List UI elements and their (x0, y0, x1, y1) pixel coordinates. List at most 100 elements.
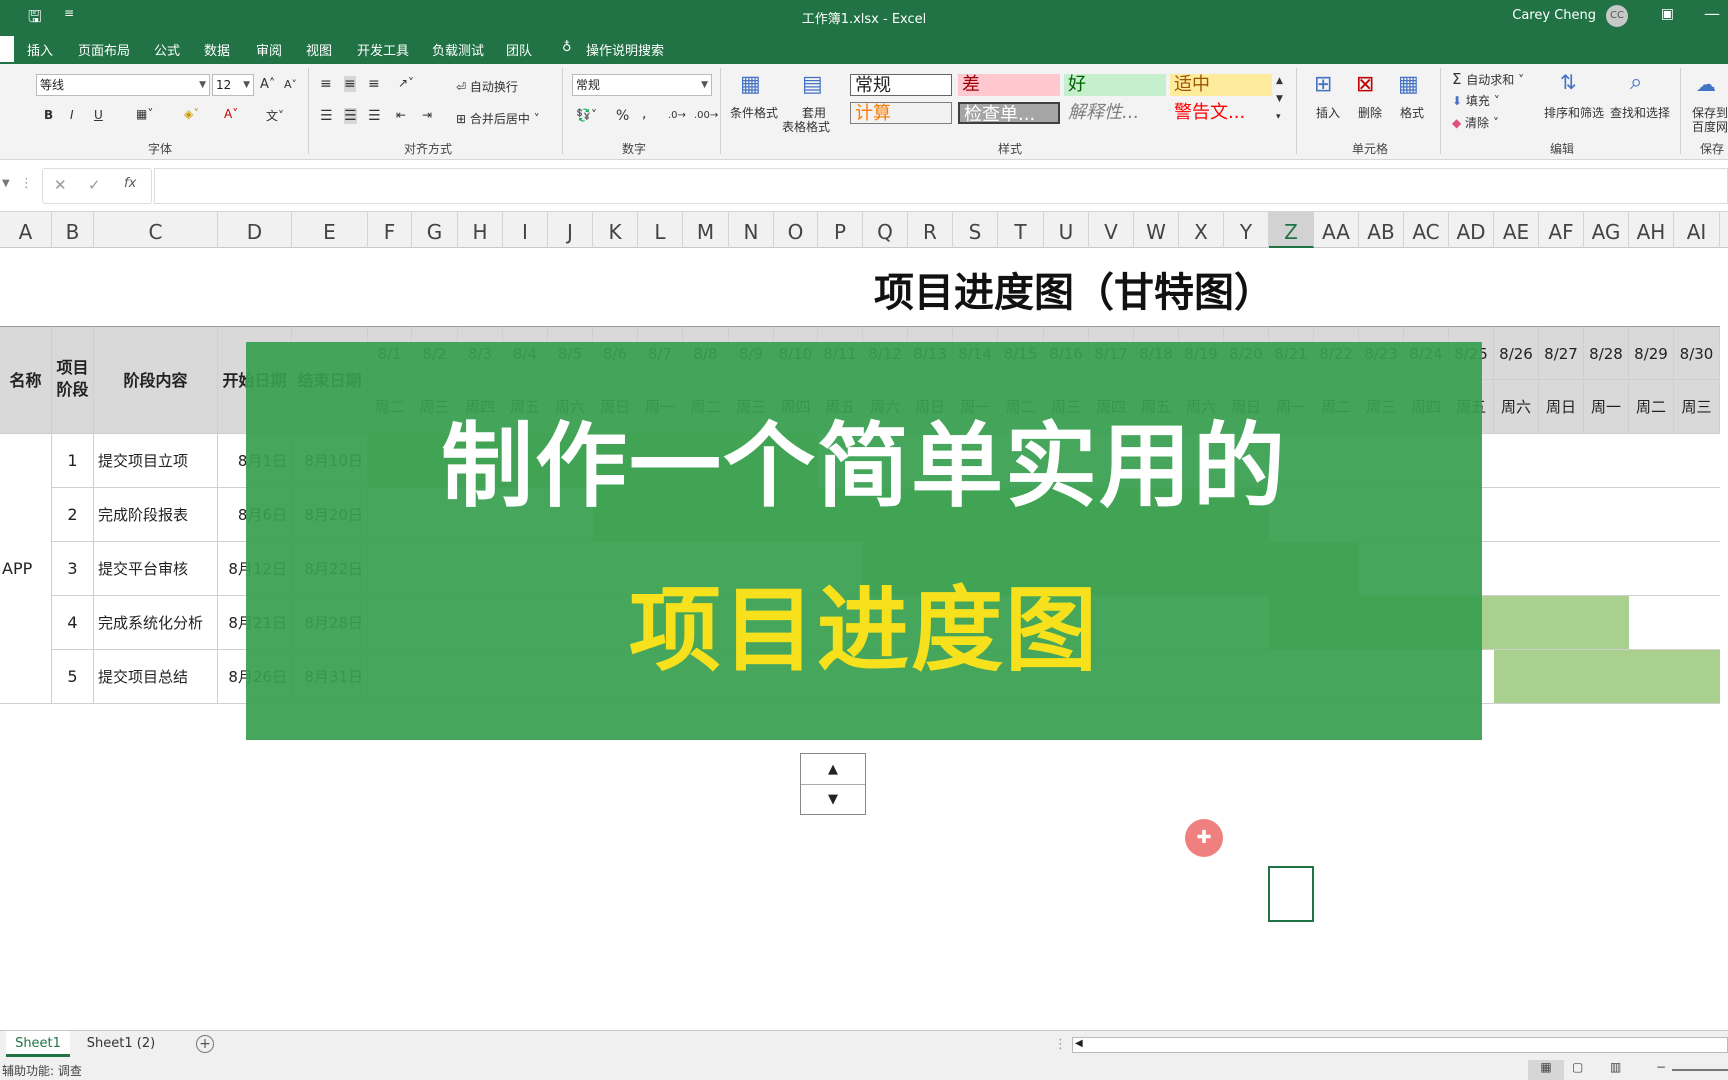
style-good[interactable]: 好 (1064, 74, 1166, 96)
gantt-day-cell[interactable] (1674, 650, 1720, 704)
styles-scroll-icon[interactable]: ▲ ▼ ▾ (1276, 72, 1283, 126)
column-header-z[interactable]: Z (1269, 212, 1314, 248)
font-size-select[interactable]: 12 ▼ (212, 74, 254, 96)
gantt-day-cell[interactable] (1539, 596, 1584, 650)
find-select-button[interactable]: 查找和选择 (1610, 104, 1670, 121)
header-name[interactable]: 名称 (0, 326, 52, 434)
weekday-header[interactable]: 周二 (1629, 380, 1674, 434)
search-icon[interactable]: ⌕ (1630, 70, 1642, 95)
column-header-m[interactable]: M (683, 212, 729, 248)
align-top-icon[interactable]: ≡ (320, 76, 332, 92)
gantt-day-cell[interactable] (1539, 650, 1584, 704)
column-header-aa[interactable]: AA (1314, 212, 1359, 248)
delete-cells-icon[interactable]: ⊠ (1356, 72, 1374, 97)
date-header[interactable]: 8/27 (1539, 326, 1584, 380)
weekday-header[interactable]: 周六 (1494, 380, 1539, 434)
column-header-k[interactable]: K (593, 212, 638, 248)
spin-button[interactable]: ▲ ▼ (800, 753, 866, 815)
column-header-e[interactable]: E (292, 212, 368, 248)
decrease-decimal-icon[interactable]: .00→ (694, 110, 718, 121)
zoom-out-icon[interactable]: − (1656, 1060, 1666, 1074)
align-middle-icon[interactable]: ≡ (344, 76, 356, 92)
baidu-cloud-icon[interactable]: ☁ (1696, 72, 1716, 96)
currency-icon[interactable]: 💱˅ (576, 108, 597, 122)
style-explanatory[interactable]: 解释性... (1064, 102, 1166, 124)
merge-center-button[interactable]: ⊞ 合并后居中 ˅ (456, 110, 540, 127)
normal-view-icon[interactable]: ▦ (1528, 1060, 1564, 1080)
stage-content[interactable]: 提交项目总结 (94, 650, 218, 704)
tab-insert[interactable]: 插入 (27, 40, 53, 59)
column-header-v[interactable]: V (1089, 212, 1134, 248)
column-header-ag[interactable]: AG (1584, 212, 1629, 248)
insert-cells-icon[interactable]: ⊞ (1314, 72, 1332, 97)
column-header-s[interactable]: S (953, 212, 998, 248)
tab-load-test[interactable]: 负载测试 (432, 40, 484, 59)
tab-page-layout[interactable]: 页面布局 (78, 40, 130, 59)
gantt-day-cell[interactable] (1494, 488, 1539, 542)
add-sheet-icon[interactable]: + (196, 1035, 214, 1053)
column-header-b[interactable]: B (52, 212, 94, 248)
column-header-j[interactable]: J (548, 212, 593, 248)
gantt-day-cell[interactable] (1674, 596, 1720, 650)
shrink-font-icon[interactable]: A˅ (284, 78, 297, 91)
autosum-button[interactable]: Σ 自动求和 ˅ (1452, 70, 1524, 88)
stage-number[interactable]: 2 (52, 488, 94, 542)
percent-button[interactable]: % (616, 108, 629, 124)
column-header-ac[interactable]: AC (1404, 212, 1449, 248)
style-bad[interactable]: 差 (958, 74, 1060, 96)
tab-formulas[interactable]: 公式 (154, 40, 180, 59)
stage-number[interactable]: 3 (52, 542, 94, 596)
style-check-cell[interactable]: 检查单... (958, 102, 1060, 124)
stage-number[interactable]: 1 (52, 434, 94, 488)
weekday-header[interactable]: 周一 (1584, 380, 1629, 434)
insert-function-icon[interactable]: fx (124, 176, 136, 191)
font-color-icon[interactable]: A˅ (224, 107, 238, 121)
column-header-h[interactable]: H (458, 212, 503, 248)
stage-content[interactable]: 提交项目立项 (94, 434, 218, 488)
stage-content[interactable]: 完成阶段报表 (94, 488, 218, 542)
column-header-o[interactable]: O (774, 212, 818, 248)
column-header-r[interactable]: R (908, 212, 953, 248)
fill-button[interactable]: ⬇ 填充 ˅ (1452, 92, 1500, 109)
gantt-day-cell[interactable] (1674, 434, 1720, 488)
gantt-day-cell[interactable] (1629, 596, 1674, 650)
minimize-icon[interactable]: — (1704, 4, 1720, 23)
insert-cells-button[interactable]: 插入 (1316, 104, 1340, 121)
underline-button[interactable]: U (94, 108, 103, 122)
date-header[interactable]: 8/29 (1629, 326, 1674, 380)
border-icon[interactable]: ▦˅ (136, 107, 153, 121)
tab-view[interactable]: 视图 (306, 40, 332, 59)
sort-filter-button[interactable]: 排序和筛选 (1544, 104, 1604, 121)
user-name[interactable]: Carey Cheng (1512, 8, 1596, 23)
horizontal-scrollbar[interactable]: ◀ (1072, 1037, 1728, 1053)
gantt-day-cell[interactable] (1494, 596, 1539, 650)
tab-team[interactable]: 团队 (506, 40, 532, 59)
gantt-day-cell[interactable] (1584, 488, 1629, 542)
weekday-header[interactable]: 周三 (1674, 380, 1720, 434)
phonetic-icon[interactable]: 文˅ (266, 107, 284, 124)
style-warning[interactable]: 警告文... (1170, 102, 1272, 124)
spin-down-icon[interactable]: ▼ (801, 785, 865, 815)
gantt-day-cell[interactable] (1584, 596, 1629, 650)
clear-button[interactable]: ◆ 清除 ˅ (1452, 114, 1499, 131)
status-text[interactable]: 辅助功能: 调查 (2, 1062, 82, 1079)
column-header-ai[interactable]: AI (1674, 212, 1720, 248)
italic-button[interactable]: I (70, 108, 74, 122)
column-header-f[interactable]: F (368, 212, 412, 248)
stage-number[interactable]: 5 (52, 650, 94, 704)
sort-filter-icon[interactable]: ⇅ (1560, 70, 1577, 94)
name-box-dropdown-icon[interactable]: ▼ (2, 178, 10, 189)
orientation-icon[interactable]: ↗˅ (398, 76, 414, 90)
gantt-day-cell[interactable] (1539, 542, 1584, 596)
gantt-day-cell[interactable] (1494, 434, 1539, 488)
number-format-select[interactable]: 常规 ▼ (572, 74, 712, 96)
stage-number[interactable]: 4 (52, 596, 94, 650)
column-header-c[interactable]: C (94, 212, 218, 248)
delete-cells-button[interactable]: 删除 (1358, 104, 1382, 121)
gantt-day-cell[interactable] (1584, 434, 1629, 488)
gantt-day-cell[interactable] (1539, 488, 1584, 542)
sheet-tab-sheet1[interactable]: Sheet1 (6, 1031, 70, 1057)
table-format-icon[interactable]: ▤ (802, 72, 823, 97)
gantt-day-cell[interactable] (1539, 434, 1584, 488)
gantt-day-cell[interactable] (1584, 650, 1629, 704)
